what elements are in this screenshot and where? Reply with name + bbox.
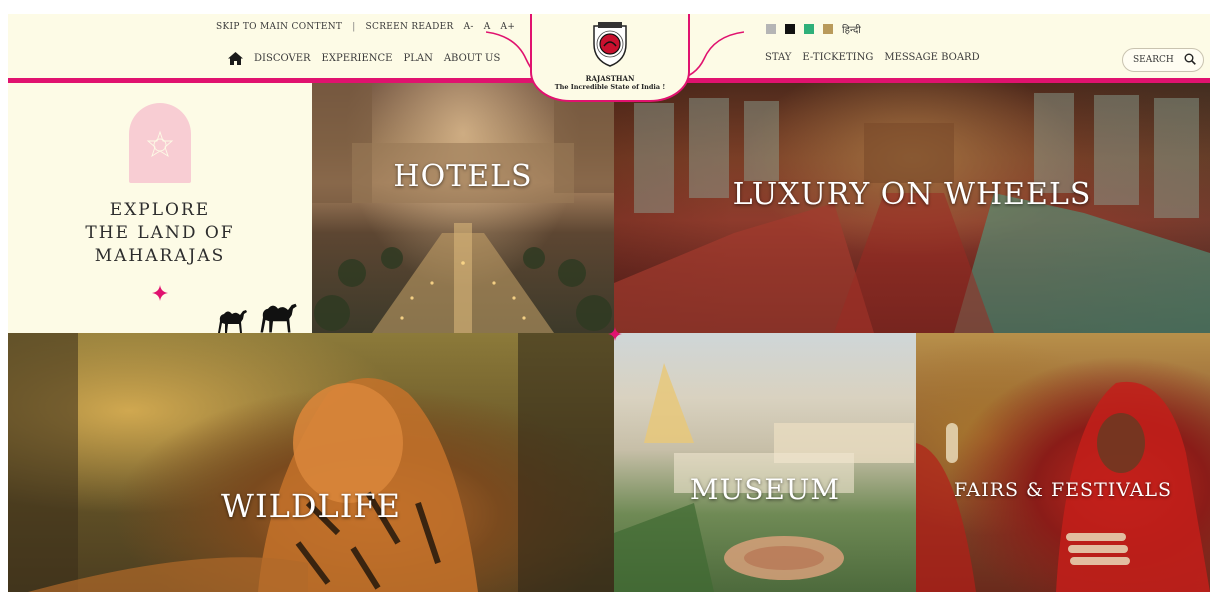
camel-large-icon: [260, 303, 297, 333]
tile-explore[interactable]: EXPLORE THE LAND OF MAHARAJAS: [8, 83, 312, 333]
camel-small-icon: [218, 310, 247, 333]
tile-museum[interactable]: MUSEUM: [614, 333, 916, 592]
explore-line-2: THE LAND OF: [85, 223, 235, 243]
tile-wildlife[interactable]: WILDLIFE: [8, 333, 614, 592]
utility-bar: SKIP TO MAIN CONTENT | SCREEN READER A- …: [216, 22, 515, 32]
nav-e-ticketing[interactable]: E-TICKETING: [802, 52, 873, 63]
theme-swatches: हिन्दी: [766, 22, 861, 36]
hotels-image: [312, 83, 614, 333]
main-nav-right: STAY E-TICKETING MESSAGE BOARD: [765, 52, 980, 63]
nav-stay[interactable]: STAY: [765, 52, 791, 63]
tile-fairs-festivals[interactable]: FAIRS & FESTIVALS: [916, 333, 1210, 592]
brand-logo[interactable]: RAJASTHAN The Incredible State of India …: [530, 14, 690, 102]
search-label: SEARCH: [1133, 55, 1174, 65]
nav-experience[interactable]: EXPERIENCE: [322, 53, 393, 64]
fairs-festival-image: [916, 381, 1210, 592]
rajasthan-emblem-icon: [593, 22, 627, 67]
skip-to-main-link[interactable]: SKIP TO MAIN CONTENT: [216, 22, 342, 32]
center-star-icon: [608, 327, 622, 341]
explore-heading: EXPLORE THE LAND OF MAHARAJAS: [8, 199, 312, 268]
tile-luxury-label: LUXURY ON WHEELS: [732, 177, 1092, 212]
theme-swatch-black[interactable]: [785, 24, 795, 34]
language-toggle-hindi[interactable]: हिन्दी: [842, 22, 861, 36]
home-icon[interactable]: [228, 52, 243, 65]
pink-star-icon: [152, 285, 168, 301]
main-nav-left: DISCOVER EXPERIENCE PLAN ABOUT US: [228, 52, 500, 65]
tile-fairs-label: FAIRS & FESTIVALS: [953, 479, 1173, 501]
tile-luxury-on-wheels[interactable]: LUXURY ON WHEELS: [614, 83, 1210, 333]
search-icon: [1184, 53, 1196, 68]
nav-message-board[interactable]: MESSAGE BOARD: [884, 52, 979, 63]
museum-jantar-mantar-image: [614, 363, 914, 592]
tile-wildlife-label: WILDLIFE: [221, 487, 401, 525]
jharokha-frame-icon: [129, 103, 191, 183]
theme-swatch-gray[interactable]: [766, 24, 776, 34]
nav-plan[interactable]: PLAN: [403, 53, 432, 64]
nav-discover[interactable]: DISCOVER: [254, 53, 311, 64]
tile-hotels-label: HOTELS: [393, 159, 533, 194]
font-decrease-button[interactable]: A-: [464, 22, 474, 32]
tile-hotels[interactable]: HOTELS: [312, 83, 614, 333]
explore-line-3: MAHARAJAS: [94, 246, 226, 266]
tile-museum-label: MUSEUM: [689, 473, 841, 506]
utility-divider: |: [352, 22, 356, 32]
screen-reader-link[interactable]: SCREEN READER: [366, 22, 454, 32]
explore-line-1: EXPLORE: [109, 200, 211, 220]
page-frame: SKIP TO MAIN CONTENT | SCREEN READER A- …: [8, 14, 1210, 592]
wildlife-tiger-image: [8, 333, 614, 592]
theme-swatch-green[interactable]: [804, 24, 814, 34]
brand-tagline: The Incredible State of India !: [554, 83, 666, 91]
search-button[interactable]: SEARCH: [1122, 48, 1204, 72]
theme-swatch-gold[interactable]: [823, 24, 833, 34]
brand-name: RAJASTHAN: [585, 74, 635, 83]
